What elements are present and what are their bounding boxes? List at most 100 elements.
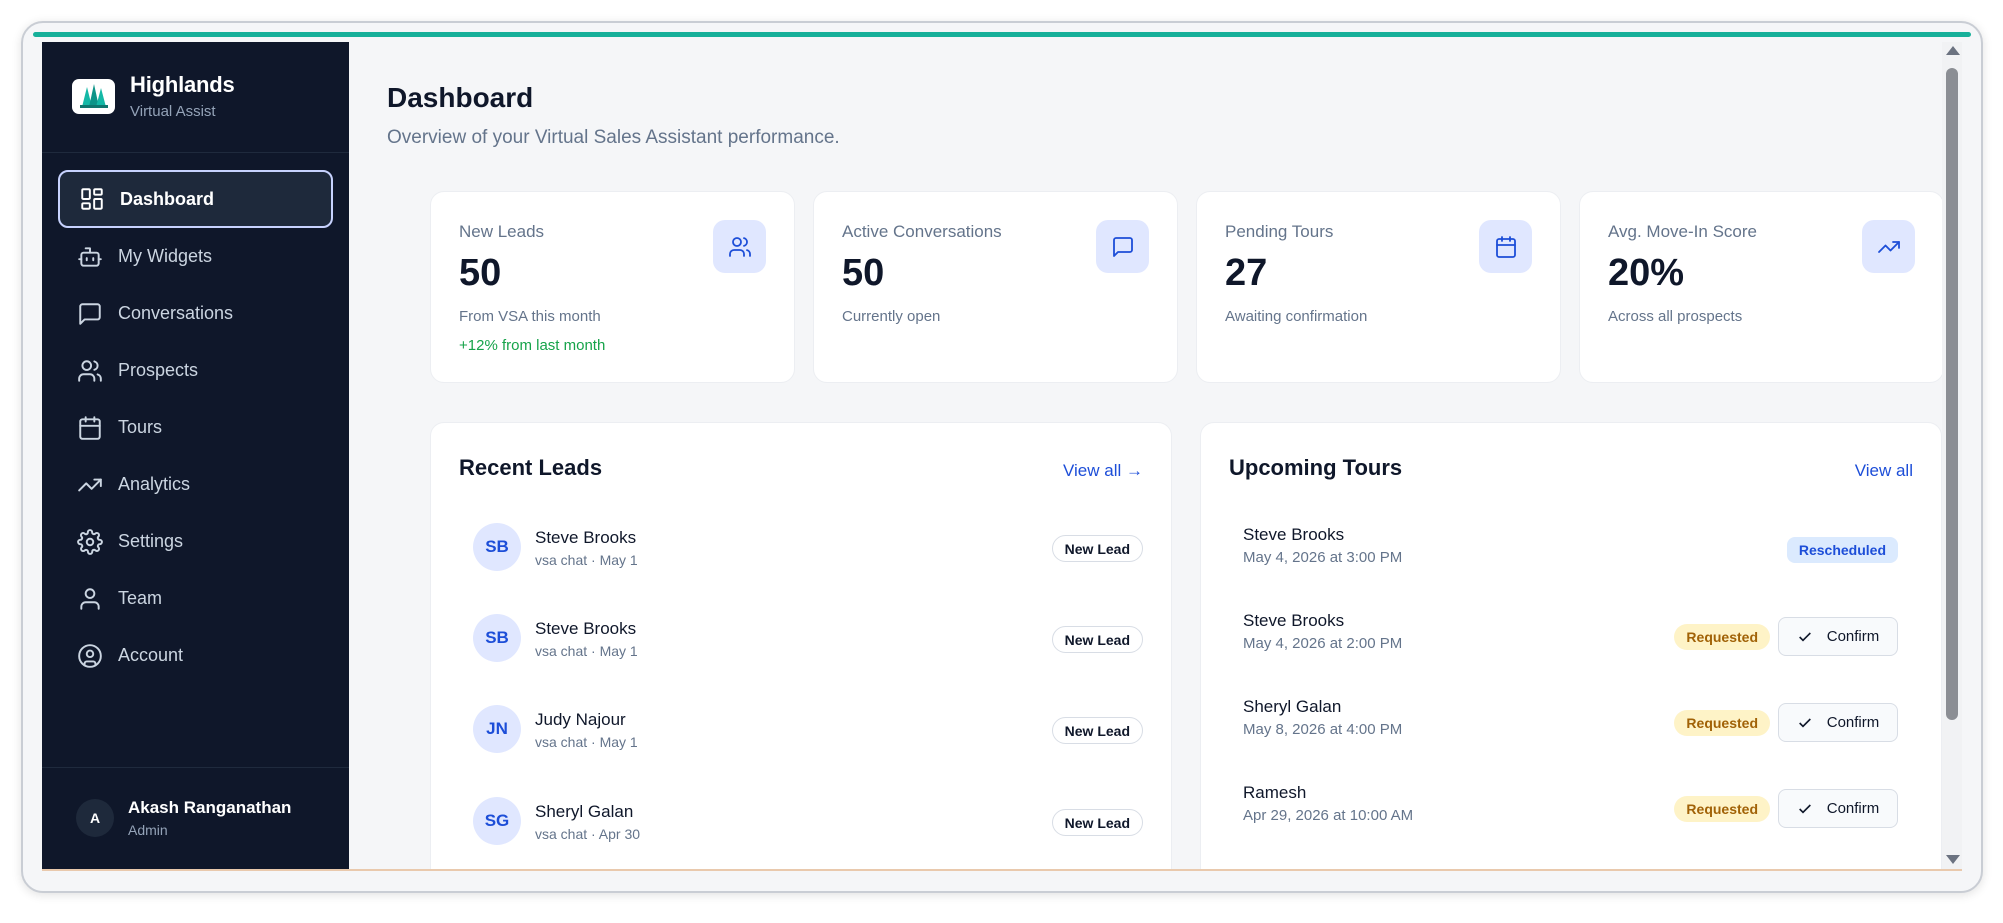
sidebar-item-label: Account xyxy=(118,645,184,665)
check-icon xyxy=(1798,803,1811,813)
stat-note: Awaiting confirmation xyxy=(1225,308,1368,325)
stat-value: 27 xyxy=(1225,252,1268,294)
sidebar: Highlands Virtual Assist Dashboard My Wi… xyxy=(42,42,349,870)
list-item[interactable]: SG Sheryl Galan vsa chat · Apr 30 New Le… xyxy=(473,794,1143,850)
list-item[interactable]: Steve Brooks May 4, 2026 at 2:00 PM Requ… xyxy=(1243,605,1898,665)
scroll-down-arrow-icon[interactable] xyxy=(1946,855,1960,864)
sidebar-item-analytics[interactable]: Analytics xyxy=(58,456,333,513)
list-item[interactable]: SB Steve Brooks vsa chat · May 1 New Lea… xyxy=(473,520,1143,576)
sidebar-item-dashboard[interactable]: Dashboard xyxy=(58,170,333,228)
avatar: JN xyxy=(473,705,521,753)
user-profile[interactable]: A Akash Ranganathan Admin xyxy=(76,798,291,838)
sidebar-item-label: Tours xyxy=(118,417,163,437)
scrollbar-thumb[interactable] xyxy=(1946,68,1958,720)
stat-note: Currently open xyxy=(842,308,941,325)
upcoming-tours-panel: Upcoming Tours View all Steve Brooks May… xyxy=(1200,422,1942,870)
confirm-label: Confirm xyxy=(1826,800,1880,817)
list-item[interactable]: Ramesh Apr 29, 2026 at 10:00 AM Requeste… xyxy=(1243,777,1898,837)
brand-subtitle: Virtual Assist xyxy=(130,103,216,120)
status-badge: Rescheduled xyxy=(1786,537,1898,563)
users-icon xyxy=(713,220,766,273)
scrollbar[interactable] xyxy=(1942,42,1962,870)
sidebar-item-team[interactable]: Team xyxy=(58,570,333,627)
tour-time: May 4, 2026 at 3:00 PM xyxy=(1243,549,1403,566)
confirm-label: Confirm xyxy=(1826,714,1880,731)
sidebar-item-prospects[interactable]: Prospects xyxy=(58,342,333,399)
page-title: Dashboard xyxy=(387,82,534,113)
status-badge: Requested xyxy=(1674,709,1770,736)
sidebar-item-account[interactable]: Account xyxy=(58,627,333,684)
accent-bar xyxy=(33,32,1971,37)
view-all-leads-link[interactable]: View all → xyxy=(1063,461,1143,481)
confirm-button[interactable]: Confirm xyxy=(1778,789,1898,828)
tour-time: May 8, 2026 at 4:00 PM xyxy=(1243,721,1403,738)
calendar-icon xyxy=(1479,220,1532,273)
list-item[interactable]: SB Steve Brooks vsa chat · May 1 New Lea… xyxy=(473,611,1143,667)
user-name: Akash Ranganathan xyxy=(128,798,292,817)
brand-name: Highlands xyxy=(130,72,235,97)
list-item[interactable]: Steve Brooks May 4, 2026 at 3:00 PM Resc… xyxy=(1243,519,1898,579)
lead-name: Judy Najour xyxy=(535,710,626,729)
sidebar-item-tours[interactable]: Tours xyxy=(58,399,333,456)
divider xyxy=(42,869,1962,871)
sidebar-item-label: Team xyxy=(118,588,163,608)
avatar: SG xyxy=(473,797,521,845)
tour-name: Sheryl Galan xyxy=(1243,697,1342,716)
stat-card-move-in-score: Avg. Move-In Score 20% Across all prospe… xyxy=(1579,191,1942,383)
sidebar-nav: Dashboard My Widgets Conversations Prosp… xyxy=(58,170,333,684)
status-badge: Requested xyxy=(1674,795,1770,822)
tour-time: May 4, 2026 at 2:00 PM xyxy=(1243,635,1403,652)
scroll-up-arrow-icon[interactable] xyxy=(1946,46,1960,55)
avatar: SB xyxy=(473,614,521,662)
tour-name: Ramesh xyxy=(1243,783,1307,802)
sidebar-item-conversations[interactable]: Conversations xyxy=(58,285,333,342)
confirm-button[interactable]: Confirm xyxy=(1778,703,1898,742)
stat-card-new-leads: New Leads 50 From VSA this month +12% fr… xyxy=(430,191,795,383)
sidebar-item-settings[interactable]: Settings xyxy=(58,513,333,570)
status-badge: New Lead xyxy=(1051,809,1143,836)
stat-value: 50 xyxy=(459,252,502,294)
stat-label: Active Conversations xyxy=(842,222,1002,241)
sidebar-item-label: Analytics xyxy=(118,474,191,494)
sidebar-item-label: My Widgets xyxy=(118,246,213,266)
lead-meta: vsa chat · Apr 30 xyxy=(535,826,641,842)
list-item[interactable]: Sheryl Galan May 8, 2026 at 4:00 PM Requ… xyxy=(1243,691,1898,751)
layout-grid-icon xyxy=(78,185,106,213)
lead-name: Steve Brooks xyxy=(535,528,637,547)
status-badge: New Lead xyxy=(1051,626,1143,653)
lead-name: Steve Brooks xyxy=(535,619,637,638)
check-icon xyxy=(1798,717,1811,727)
window-frame: Highlands Virtual Assist Dashboard My Wi… xyxy=(21,21,1983,893)
divider xyxy=(42,152,349,153)
status-badge: Requested xyxy=(1674,623,1770,650)
check-icon xyxy=(1798,631,1811,641)
confirm-button[interactable]: Confirm xyxy=(1778,617,1898,656)
stat-label: Avg. Move-In Score xyxy=(1608,222,1757,241)
stat-delta: +12% from last month xyxy=(459,337,606,354)
user-circle-icon xyxy=(76,642,104,670)
view-all-tours-link[interactable]: View all xyxy=(1855,461,1913,481)
sidebar-item-label: Conversations xyxy=(118,303,234,323)
sidebar-item-label: Dashboard xyxy=(120,188,215,209)
divider xyxy=(42,767,349,768)
list-item[interactable]: JN Judy Najour vsa chat · May 1 New Lead xyxy=(473,702,1143,758)
avatar: A xyxy=(76,799,114,837)
avatar: SB xyxy=(473,523,521,571)
gear-icon xyxy=(76,528,104,556)
trending-up-icon xyxy=(1862,220,1915,273)
stat-note: Across all prospects xyxy=(1608,308,1743,325)
lead-meta: vsa chat · May 1 xyxy=(535,643,638,659)
stat-label: Pending Tours xyxy=(1225,222,1334,241)
confirm-label: Confirm xyxy=(1826,628,1880,645)
page-subtitle: Overview of your Virtual Sales Assistant… xyxy=(387,127,840,148)
panel-title: Upcoming Tours xyxy=(1229,455,1403,480)
sidebar-item-label: Settings xyxy=(118,531,184,551)
sidebar-item-label: Prospects xyxy=(118,360,199,380)
brand[interactable]: Highlands Virtual Assist xyxy=(72,72,235,120)
panel-title: Recent Leads xyxy=(459,455,603,480)
sidebar-item-my-widgets[interactable]: My Widgets xyxy=(58,228,333,285)
bot-icon xyxy=(76,243,104,271)
recent-leads-panel: Recent Leads View all → SB Steve Brooks … xyxy=(430,422,1172,870)
stat-value: 50 xyxy=(842,252,885,294)
message-square-icon xyxy=(1096,220,1149,273)
